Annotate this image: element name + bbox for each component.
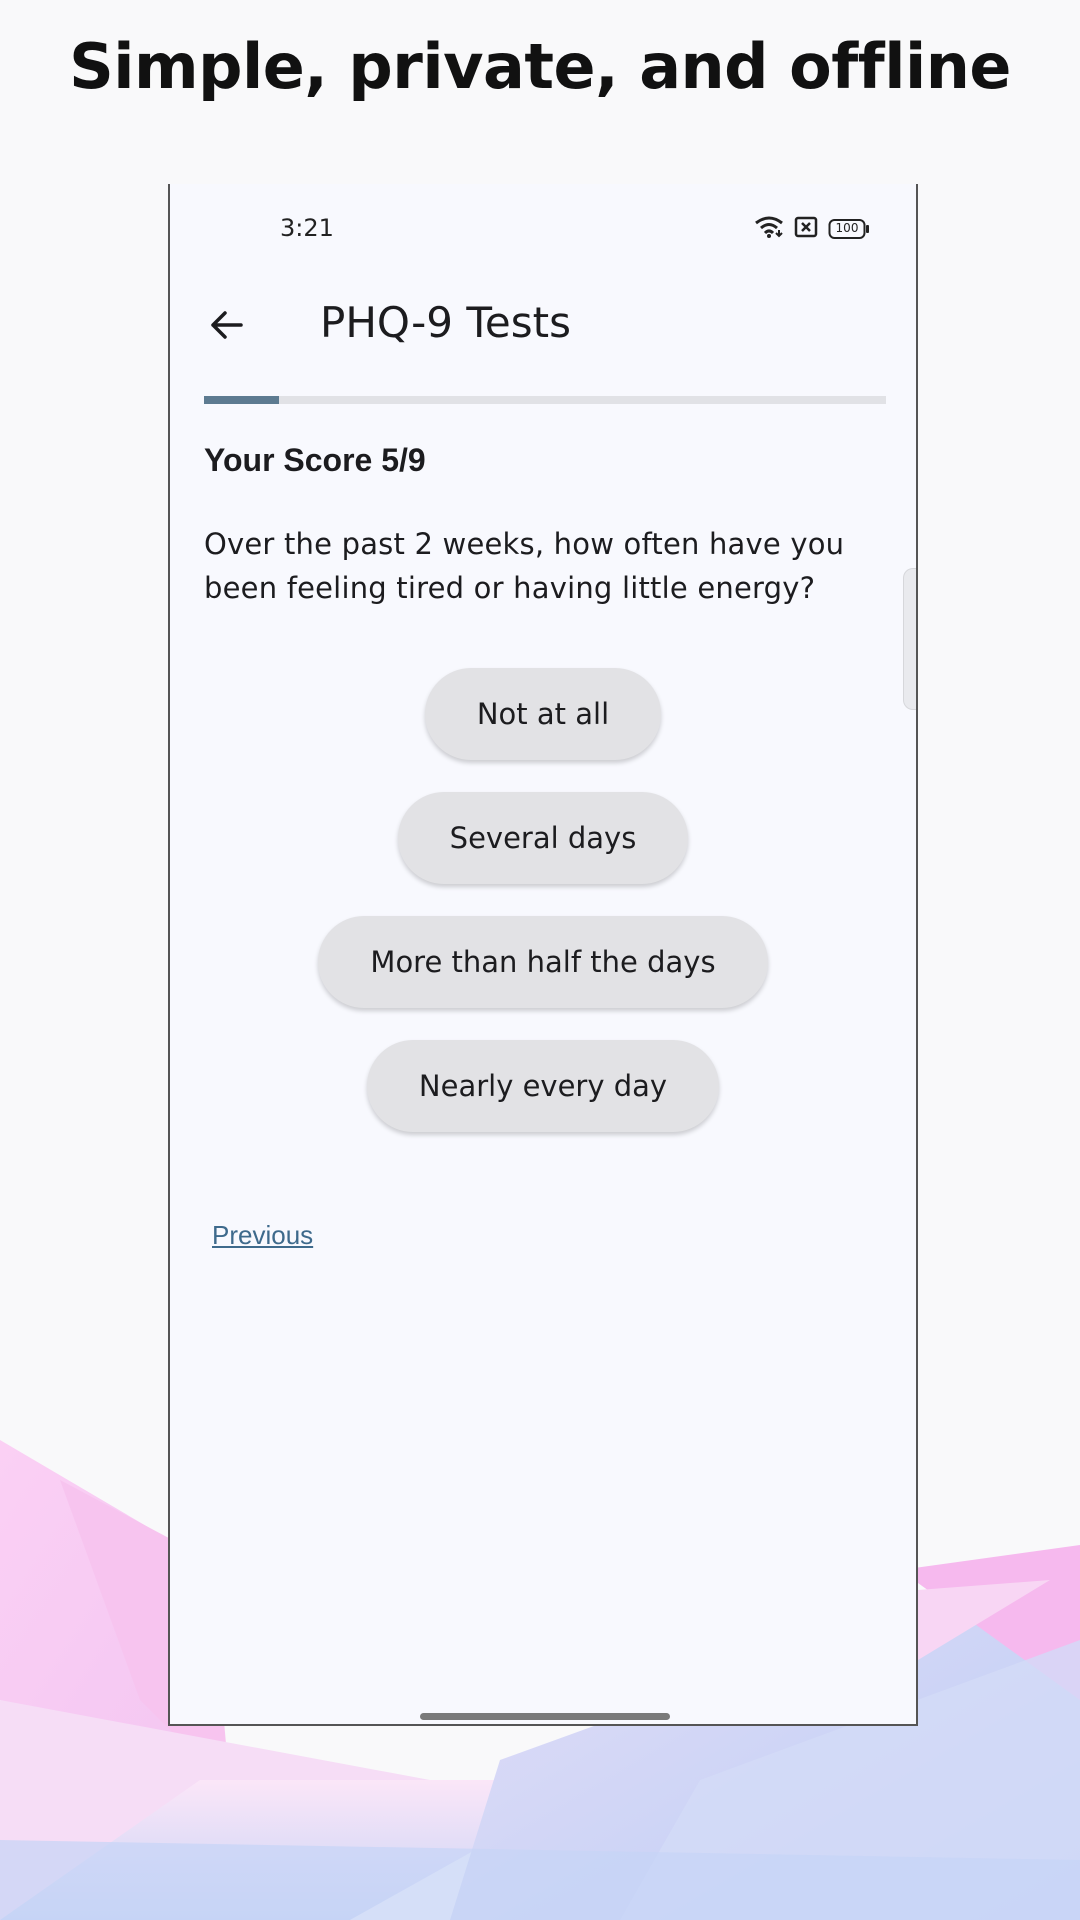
question-text: Over the past 2 weeks, how often have yo… [204, 527, 845, 605]
option-several-days-button[interactable]: Several days [397, 792, 689, 884]
option-nearly-every-day-button[interactable]: Nearly every day [366, 1040, 720, 1132]
back-button[interactable] [200, 298, 254, 352]
phone-screen: 3:21 100 PHQ-9 Tests Your Score 5/9 Over… [168, 184, 918, 1726]
option-more-than-half-button[interactable]: More than half the days [318, 916, 768, 1008]
status-icons: 100 [754, 214, 870, 244]
page-headline: Simple, private, and offline [69, 30, 1011, 103]
answer-options: Not at all Several days More than half t… [170, 668, 916, 1132]
home-indicator[interactable] [420, 1713, 670, 1720]
previous-link[interactable]: Previous [212, 1220, 313, 1251]
arrow-left-icon [211, 311, 243, 339]
status-time: 3:21 [280, 214, 334, 242]
no-sim-icon [794, 215, 818, 244]
progress-bar-fill [204, 396, 280, 404]
option-not-at-all-button[interactable]: Not at all [424, 668, 662, 760]
battery-icon: 100 [828, 218, 870, 240]
page-title: PHQ-9 Tests [320, 298, 571, 347]
score-label: Your Score 5/9 [204, 442, 426, 478]
app-bar: PHQ-9 Tests [170, 284, 916, 364]
wifi-icon [754, 215, 784, 244]
screenshot-canvas: Simple, private, and offline 3:21 100 PH… [0, 0, 1080, 1920]
battery-level-text: 100 [835, 221, 859, 235]
status-bar: 3:21 100 [170, 214, 916, 254]
progress-bar [204, 396, 886, 404]
